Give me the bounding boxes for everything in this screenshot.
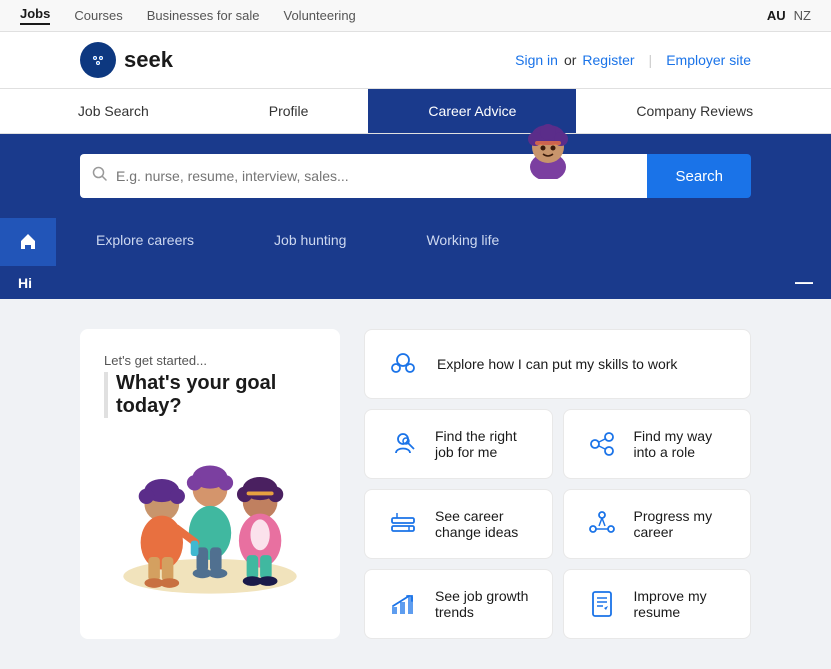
auth-or: or [564,52,576,68]
into-role-icon [584,426,620,462]
top-nav-courses[interactable]: Courses [74,8,122,23]
characters-illustration [104,434,316,594]
top-nav-volunteering[interactable]: Volunteering [284,8,356,23]
search-icon [92,166,108,187]
logo-icon [80,42,116,78]
goal-panel: Let's get started... What's your goal to… [80,329,340,639]
logo[interactable]: seek [80,42,173,78]
search-section: Search [0,134,831,218]
goal-card-progress[interactable]: Progress my career [563,489,752,559]
search-button[interactable]: Search [647,154,751,198]
goal-cards-row-2: See career change ideas Progress my care… [364,489,751,559]
site-header: seek Sign in or Register | Employer site [0,32,831,89]
logo-text: seek [124,47,173,73]
goal-card-find-job[interactable]: Find the right job for me [364,409,553,479]
goal-cards-row-1: Find the right job for me Find my way in… [364,409,751,479]
goal-card-into-role-label: Find my way into a role [634,428,731,460]
goal-subtitle: Let's get started... [104,353,316,368]
goal-card-career-change[interactable]: See career change ideas [364,489,553,559]
content-area: Let's get started... What's your goal to… [0,299,831,669]
resume-icon [584,586,620,622]
goal-card-skills-label: Explore how I can put my skills to work [437,356,677,372]
nav-profile[interactable]: Profile [209,89,369,133]
register-link[interactable]: Register [582,52,634,68]
goal-cards-panel: Explore how I can put my skills to work … [364,329,751,639]
goal-card-progress-label: Progress my career [634,508,731,540]
sub-nav-working-life[interactable]: Working life [386,218,539,266]
goal-card-career-change-label: See career change ideas [435,508,532,540]
goal-cards-row-3: See job growth trends Improve my resume [364,569,751,639]
sub-nav-explore[interactable]: Explore careers [56,218,234,266]
minimize-icon[interactable]: — [795,272,813,293]
hi-label: Hi [18,275,32,291]
goal-title: What's your goal today? [104,372,316,418]
auth-divider: | [649,52,653,68]
auth-links: Sign in or Register | Employer site [515,52,751,68]
main-navigation: Job Search Profile Career Advice Company… [0,89,831,134]
sign-in-link[interactable]: Sign in [515,52,558,68]
top-nav-businesses[interactable]: Businesses for sale [147,8,260,23]
top-navigation: Jobs Courses Businesses for sale Volunte… [0,0,831,32]
progress-icon [584,506,620,542]
find-job-icon [385,426,421,462]
top-nav-jobs[interactable]: Jobs [20,6,50,25]
sub-nav-home-button[interactable] [0,218,56,266]
sub-nav-job-hunting[interactable]: Job hunting [234,218,386,266]
goal-card-resume[interactable]: Improve my resume [563,569,752,639]
goal-card-resume-label: Improve my resume [634,588,731,620]
hi-bar: Hi — [0,266,831,299]
locale-nz[interactable]: NZ [794,8,811,23]
skills-icon [385,346,421,382]
sub-navigation: Explore careers Job hunting Working life [0,218,831,266]
goal-card-skills[interactable]: Explore how I can put my skills to work [364,329,751,399]
employer-site-link[interactable]: Employer site [666,52,751,68]
locale-au[interactable]: AU [767,8,786,23]
goal-card-into-role[interactable]: Find my way into a role [563,409,752,479]
goal-card-trends-label: See job growth trends [435,588,532,620]
locale-switcher: AU NZ [767,8,811,23]
career-change-icon [385,506,421,542]
goal-card-trends[interactable]: See job growth trends [364,569,553,639]
peeking-character-illustration [521,119,576,174]
nav-job-search[interactable]: Job Search [18,89,209,133]
nav-company-reviews[interactable]: Company Reviews [576,89,813,133]
goal-card-find-job-label: Find the right job for me [435,428,532,460]
trends-icon [385,586,421,622]
